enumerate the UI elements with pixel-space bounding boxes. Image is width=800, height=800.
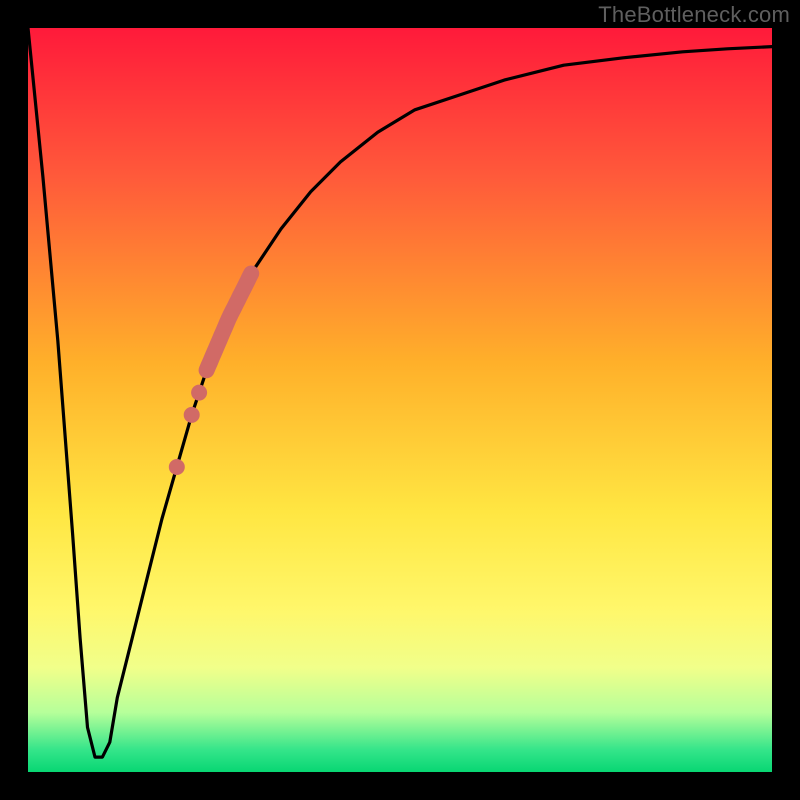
range-highlight-dot — [191, 385, 207, 401]
range-highlight-dot — [184, 407, 200, 423]
chart-frame: TheBottleneck.com — [0, 0, 800, 800]
range-highlight-dot — [169, 459, 185, 475]
plot-area — [28, 28, 772, 772]
range-highlight-segment — [207, 274, 252, 371]
curve-layer — [28, 28, 772, 772]
watermark-text: TheBottleneck.com — [598, 2, 790, 28]
bottleneck-curve — [28, 28, 772, 757]
